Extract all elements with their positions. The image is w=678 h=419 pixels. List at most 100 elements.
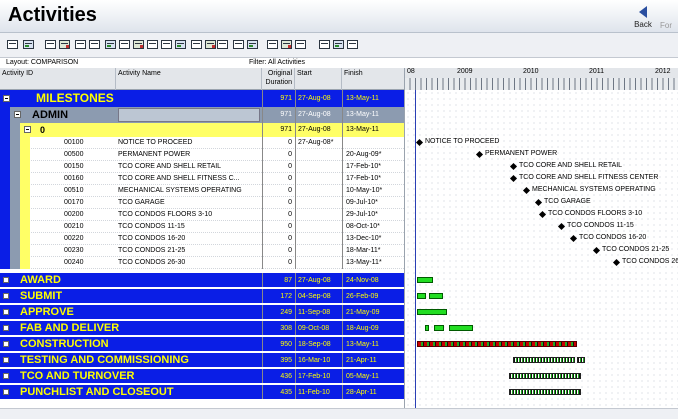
finish-cell[interactable]: 05-May-11 [342, 369, 404, 383]
duration-cell[interactable]: 87 [262, 273, 295, 287]
col-activity-id[interactable]: Activity ID [0, 68, 116, 90]
collapse-icon[interactable] [14, 111, 21, 118]
duration-cell[interactable]: 0 [262, 197, 295, 209]
finish-cell[interactable]: 29-Jul-10* [342, 209, 404, 221]
wbs-row-admin[interactable]: ADMIN 971 27-Aug-08 13-May-11 [0, 107, 404, 123]
spotlight-icon[interactable] [190, 38, 204, 52]
activity-row[interactable]: 00240 TCO CONDOS 26-30 0 13-May-11* [0, 257, 404, 269]
activity-row[interactable]: 00200 TCO CONDOS FLOORS 3-10 0 29-Jul-10* [0, 209, 404, 221]
tracking-icon[interactable] [146, 38, 160, 52]
wbs-row[interactable]: APPROVE 249 11-Sep-08 21-May-09 [0, 305, 404, 320]
finish-cell[interactable]: 24-Nov-08 [342, 273, 404, 287]
gantt-bar[interactable] [577, 357, 585, 363]
wbs-row-0[interactable]: 0 971 27-Aug-08 13-May-11 [0, 123, 404, 137]
duration-cell[interactable]: 0 [262, 149, 295, 161]
zoom-out-icon[interactable] [332, 38, 346, 52]
duration-cell[interactable]: 0 [262, 221, 295, 233]
duration-cell[interactable]: 0 [262, 161, 295, 173]
start-cell[interactable]: 27-Aug-08* [295, 137, 342, 149]
wbs-icon[interactable] [88, 38, 102, 52]
print-icon[interactable] [6, 38, 20, 52]
expand-icon[interactable] [3, 341, 9, 347]
layout-label[interactable]: Layout: COMPARISON [0, 58, 246, 68]
duration-cell[interactable]: 0 [262, 209, 295, 221]
milestone-marker[interactable] [538, 210, 547, 219]
gantt-bar[interactable] [417, 309, 447, 315]
progress-icon[interactable] [174, 38, 188, 52]
start-cell[interactable] [295, 257, 342, 269]
start-cell[interactable] [295, 149, 342, 161]
start-cell[interactable]: 27-Aug-08 [295, 123, 342, 137]
start-cell[interactable] [295, 233, 342, 245]
finish-cell[interactable]: 13-May-11 [342, 337, 404, 351]
start-cell[interactable]: 11-Sep-08 [295, 305, 342, 319]
finish-cell[interactable]: 28-Apr-11 [342, 385, 404, 399]
milestone-marker[interactable] [569, 234, 578, 243]
layout-icon[interactable] [104, 38, 118, 52]
gantt-icon[interactable] [118, 38, 132, 52]
duration-cell[interactable]: 0 [262, 245, 295, 257]
columns-icon[interactable] [44, 38, 58, 52]
refresh-icon[interactable] [294, 38, 308, 52]
finish-cell[interactable]: 09-Jul-10* [342, 197, 404, 209]
finish-cell[interactable]: 26-Feb-09 [342, 289, 404, 303]
table-icon[interactable] [58, 38, 72, 52]
zoom-fit-icon[interactable] [346, 38, 360, 52]
gantt-bar[interactable] [434, 325, 444, 331]
start-cell[interactable] [295, 185, 342, 197]
expand-icon[interactable] [3, 373, 9, 379]
col-original-duration[interactable]: Original Duration [262, 68, 295, 90]
milestone-marker[interactable] [557, 222, 566, 231]
back-button[interactable]: Back [628, 4, 658, 30]
expand-icon[interactable] [3, 389, 9, 395]
expand-icon[interactable] [3, 325, 9, 331]
gantt-bar[interactable] [417, 341, 577, 347]
start-cell[interactable] [295, 209, 342, 221]
duration-cell[interactable]: 0 [262, 137, 295, 149]
activity-row[interactable]: 00230 TCO CONDOS 21-25 0 18-Mar-11* [0, 245, 404, 257]
wbs-row[interactable]: SUBMIT 172 04-Sep-08 26-Feb-09 [0, 289, 404, 304]
duration-cell[interactable]: 971 [262, 107, 295, 123]
duration-cell[interactable]: 249 [262, 305, 295, 319]
col-start[interactable]: Start [295, 68, 342, 90]
activity-row[interactable]: 00220 TCO CONDOS 16-20 0 13-Dec-10* [0, 233, 404, 245]
start-cell[interactable]: 09-Oct-08 [295, 321, 342, 335]
activity-row[interactable]: 00210 TCO CONDOS 11-15 0 08-Oct-10* [0, 221, 404, 233]
start-cell[interactable]: 18-Sep-08 [295, 337, 342, 351]
wbs-row-milestones[interactable]: MILESTONES 971 27-Aug-08 13-May-11 [0, 90, 404, 107]
finish-cell[interactable]: 10-May-10* [342, 185, 404, 197]
activity-row[interactable]: 00100 NOTICE TO PROCEED 0 27-Aug-08* [0, 137, 404, 149]
finish-cell[interactable]: 21-Apr-11 [342, 353, 404, 367]
start-cell[interactable]: 16-Mar-10 [295, 353, 342, 367]
start-cell[interactable] [295, 197, 342, 209]
duration-cell[interactable]: 971 [262, 90, 295, 107]
milestone-marker[interactable] [415, 138, 424, 147]
start-cell[interactable]: 17-Feb-10 [295, 369, 342, 383]
finish-cell[interactable]: 18-Mar-11* [342, 245, 404, 257]
activity-row[interactable]: 00500 PERMANENT POWER 0 20-Aug-09* [0, 149, 404, 161]
start-cell[interactable]: 27-Aug-08 [295, 273, 342, 287]
finish-cell[interactable] [342, 137, 404, 149]
duration-cell[interactable]: 435 [262, 385, 295, 399]
wbs-row[interactable]: PUNCHLIST AND CLOSEOUT 435 11-Feb-10 28-Apr… [0, 385, 404, 400]
milestone-marker[interactable] [534, 198, 543, 207]
start-cell[interactable] [295, 221, 342, 233]
relationship-icon[interactable] [74, 38, 88, 52]
activity-row[interactable]: 00160 TCO CORE AND SHELL FITNESS C... 0 17-… [0, 173, 404, 185]
finish-cell[interactable]: 13-May-11 [342, 107, 404, 123]
finish-cell[interactable]: 13-Dec-10* [342, 233, 404, 245]
gantt-bar[interactable] [449, 325, 473, 331]
milestone-marker[interactable] [612, 258, 621, 267]
finish-cell[interactable]: 17-Feb-10* [342, 173, 404, 185]
milestone-marker[interactable] [509, 174, 518, 183]
duration-cell[interactable]: 172 [262, 289, 295, 303]
finish-cell[interactable]: 13-May-11 [342, 90, 404, 107]
finish-cell[interactable]: 17-Feb-10* [342, 161, 404, 173]
start-cell[interactable] [295, 173, 342, 185]
start-cell[interactable]: 11-Feb-10 [295, 385, 342, 399]
duration-cell[interactable]: 436 [262, 369, 295, 383]
expand-icon[interactable] [3, 277, 9, 283]
duration-cell[interactable]: 0 [262, 173, 295, 185]
duration-cell[interactable]: 0 [262, 257, 295, 269]
start-cell[interactable]: 27-Aug-08 [295, 107, 342, 123]
